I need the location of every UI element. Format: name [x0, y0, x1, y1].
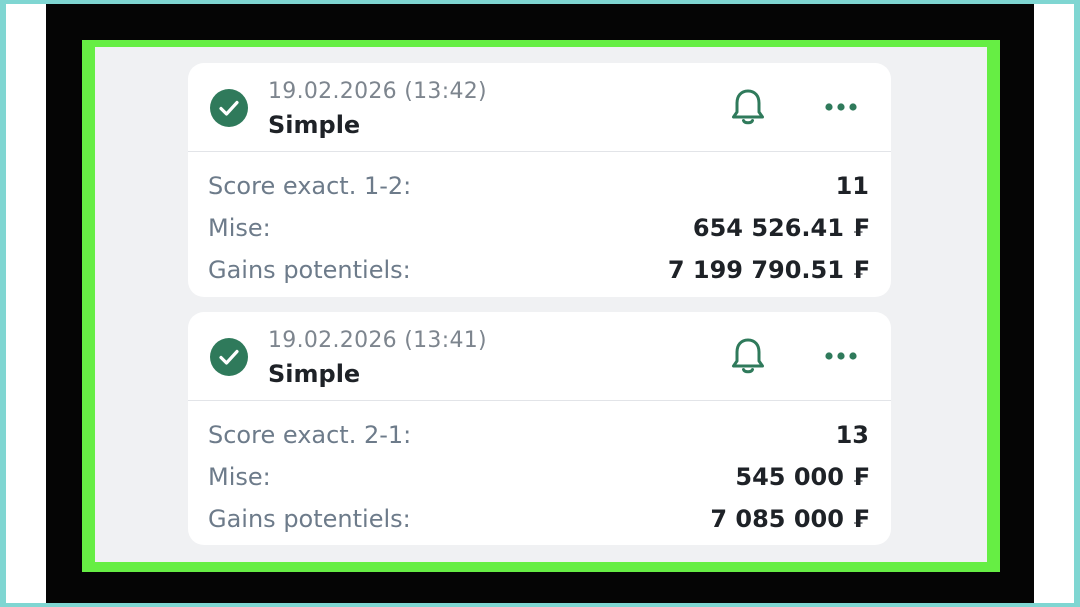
bet-type: Simple [268, 111, 361, 139]
bet-card[interactable]: 19.02.2026 (13:41) Simple Score exact. 2… [188, 312, 891, 545]
bet-history-screen: 19.02.2026 (13:42) Simple Score exact. 1… [95, 47, 987, 562]
stake-row: Mise: 654 526.41 ₣ [188, 208, 891, 250]
potential-row: Gains potentiels: 7 085 000 ₣ [188, 499, 891, 541]
bet-details: Score exact. 2-1: 13 Mise: 545 000 ₣ Gai… [188, 401, 891, 541]
more-dots-icon[interactable] [821, 342, 861, 370]
bet-date: 19.02.2026 (13:41) [268, 328, 487, 353]
bet-date: 19.02.2026 (13:42) [268, 79, 487, 104]
bell-icon[interactable] [726, 334, 770, 378]
potential-label: Gains potentiels: [208, 505, 411, 533]
more-dots-icon[interactable] [821, 93, 861, 121]
selection-row: Score exact. 2-1: 13 [188, 415, 891, 457]
potential-value: 7 085 000 ₣ [710, 505, 869, 533]
stake-label: Mise: [208, 214, 271, 242]
potential-label: Gains potentiels: [208, 256, 411, 284]
potential-value: 7 199 790.51 ₣ [667, 256, 869, 284]
stake-value: 654 526.41 ₣ [692, 214, 869, 242]
selection-label: Score exact. 1-2: [208, 172, 412, 200]
check-circle-icon [210, 338, 248, 376]
bet-card-header: 19.02.2026 (13:41) Simple [188, 312, 891, 401]
bet-type: Simple [268, 360, 361, 388]
potential-row: Gains potentiels: 7 199 790.51 ₣ [188, 250, 891, 292]
stake-value: 545 000 ₣ [735, 463, 869, 491]
bet-card[interactable]: 19.02.2026 (13:42) Simple Score exact. 1… [188, 63, 891, 297]
stake-row: Mise: 545 000 ₣ [188, 457, 891, 499]
stake-label: Mise: [208, 463, 271, 491]
bet-card-header: 19.02.2026 (13:42) Simple [188, 63, 891, 152]
odds-value: 13 [835, 421, 869, 449]
bet-details: Score exact. 1-2: 11 Mise: 654 526.41 ₣ … [188, 152, 891, 292]
odds-value: 11 [835, 172, 869, 200]
check-circle-icon [210, 89, 248, 127]
selection-row: Score exact. 1-2: 11 [188, 166, 891, 208]
bell-icon[interactable] [726, 85, 770, 129]
selection-label: Score exact. 2-1: [208, 421, 412, 449]
